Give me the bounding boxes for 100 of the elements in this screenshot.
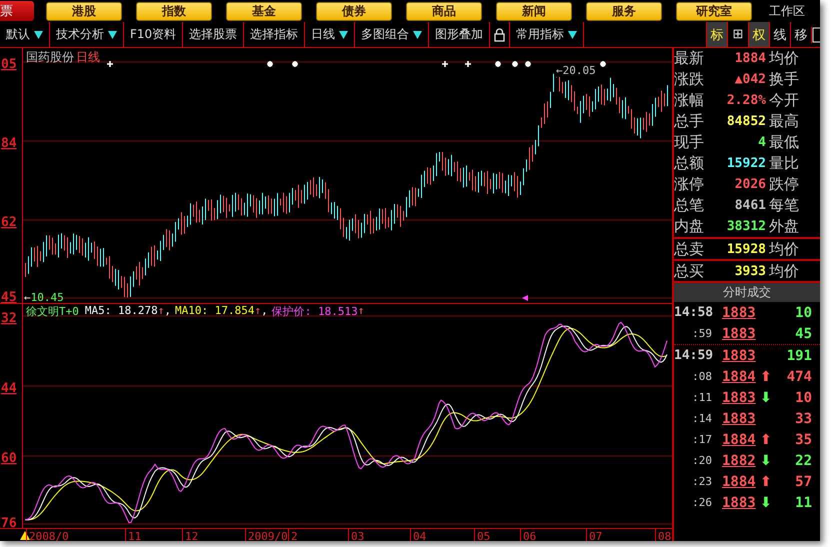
trade-time: :08 [691, 370, 713, 383]
trade-price: 1883 [722, 304, 757, 320]
triangle-icon [20, 531, 30, 540]
date-label: 2008/0 [29, 530, 69, 541]
nav-button[interactable]: 服务 [586, 2, 662, 20]
trade-volume: 22 [794, 452, 812, 468]
trend-arrow: ⬇ [760, 494, 772, 510]
nav-button[interactable]: 指数 [136, 2, 212, 20]
quote-label: 总手 [674, 112, 705, 131]
trade-volume: 10 [794, 390, 812, 406]
view-tool-button[interactable]: 标 [706, 22, 727, 47]
trend-arrow: ⬆ [760, 474, 772, 490]
date-label: 03 [351, 530, 364, 541]
nav-button[interactable]: 基金 [226, 2, 302, 20]
quote-label: 均价 [769, 262, 800, 280]
date-label: 2009/0 [248, 530, 288, 541]
trade-price: 1883 [722, 494, 757, 510]
trade-volume: 45 [794, 326, 812, 342]
trade-price: 1883 [722, 390, 757, 406]
date-label: 04 [413, 530, 426, 541]
axis-label: 84 [1, 136, 17, 151]
trade-volume: 191 [786, 348, 812, 364]
quote-label: 总笔 [674, 196, 705, 215]
quote-value: 15922 [726, 156, 767, 171]
trade-volume: 474 [786, 368, 812, 384]
legend-separator: , [164, 304, 171, 319]
quote-label: 涨幅 [674, 91, 705, 110]
quote-label: 每笔 [769, 196, 800, 215]
workspace-label[interactable]: 工作区 [769, 2, 805, 20]
quote-value: 1884 [734, 51, 767, 66]
axis-label: 32 [1, 311, 17, 326]
trade-time: 14:58 [674, 305, 714, 320]
pointer-icon [522, 295, 528, 301]
date-label: 05 [477, 530, 490, 541]
nav-button[interactable]: 研究室 [676, 2, 752, 20]
axis-label: 45 [1, 290, 17, 303]
trade-price: 1884 [722, 474, 757, 490]
quote-label: 量比 [769, 154, 800, 173]
panel-icon[interactable] [811, 26, 820, 42]
nav-button[interactable]: 港股 [46, 2, 122, 20]
trade-price: 1882 [722, 452, 757, 468]
trade-price: 1884 [722, 432, 757, 448]
trade-time: :17 [691, 433, 713, 446]
nav-button[interactable]: 新闻 [496, 2, 572, 20]
trend-arrow: ⬇ [760, 390, 772, 406]
quote-label: 换手 [769, 70, 800, 89]
axis-label: 44 [1, 381, 17, 396]
quote-label: 外盘 [769, 217, 800, 236]
stock-name: 国药股份 [26, 49, 74, 66]
axis-label: 05 [1, 57, 17, 72]
low-price-label: 10.45 [30, 291, 64, 304]
trade-time: :11 [691, 391, 713, 404]
trade-time: :23 [691, 475, 713, 488]
date-label: 11 [128, 530, 142, 541]
trade-time: :20 [691, 454, 713, 467]
date-label: 08 [658, 530, 672, 541]
nav-button[interactable]: 债券 [316, 2, 392, 20]
trend-arrow: ↑ [358, 304, 364, 319]
toolbar-button[interactable]: 默认 [0, 22, 50, 47]
trade-time: :59 [691, 327, 713, 340]
axis-label: 60 [1, 451, 17, 466]
nav-tab[interactable]: 票 [0, 1, 34, 21]
nav-button[interactable]: 商品 [406, 2, 482, 20]
view-tool-button[interactable]: 权 [748, 22, 769, 47]
trade-price: 1883 [722, 348, 757, 364]
quote-label: 最低 [769, 133, 800, 152]
legend-value: 保护价: 18.513 [272, 304, 358, 319]
quote-value: 38312 [726, 219, 767, 234]
trade-volume: 10 [794, 304, 812, 320]
quote-label: 跌停 [769, 175, 800, 194]
quote-value: 3933 [734, 264, 767, 278]
axis-label: 76 [1, 516, 17, 528]
legend-value: MA5: 18.278 [84, 304, 158, 319]
trend-arrow: ↑ [254, 304, 262, 319]
lock-icon [494, 28, 506, 42]
trade-price: 1883 [722, 410, 757, 426]
arrow-label: ← [24, 291, 31, 304]
quote-label: 涨跌 [674, 70, 705, 89]
legend-value: MA10: 17.854 [174, 304, 254, 319]
trade-volume: 33 [794, 410, 812, 426]
quote-value: 15928 [726, 242, 767, 256]
quote-value: 2.28% [726, 93, 767, 108]
quote-label: 总买 [674, 262, 705, 280]
indicator-name: 徐文明T+0 [26, 304, 79, 319]
trade-volume: 57 [794, 474, 812, 490]
quote-label: 总额 [674, 154, 705, 173]
trade-time: :14 [691, 412, 713, 425]
trade-price: 1884 [722, 368, 757, 384]
date-label: 2 [291, 530, 298, 541]
quote-label: 均价 [769, 240, 800, 258]
trade-time: 14:59 [674, 348, 714, 363]
trend-arrow: ↑ [158, 304, 164, 319]
quote-label: 总卖 [674, 240, 705, 258]
trade-price: 1883 [722, 326, 757, 342]
quote-value: 4 [757, 135, 767, 150]
trade-time: :26 [691, 496, 713, 509]
quote-label: 最新 [674, 49, 705, 68]
trend-arrow: ⬆ [760, 368, 772, 384]
trades-header[interactable]: 分时成交 [674, 281, 820, 302]
date-label: 12 [185, 530, 198, 541]
